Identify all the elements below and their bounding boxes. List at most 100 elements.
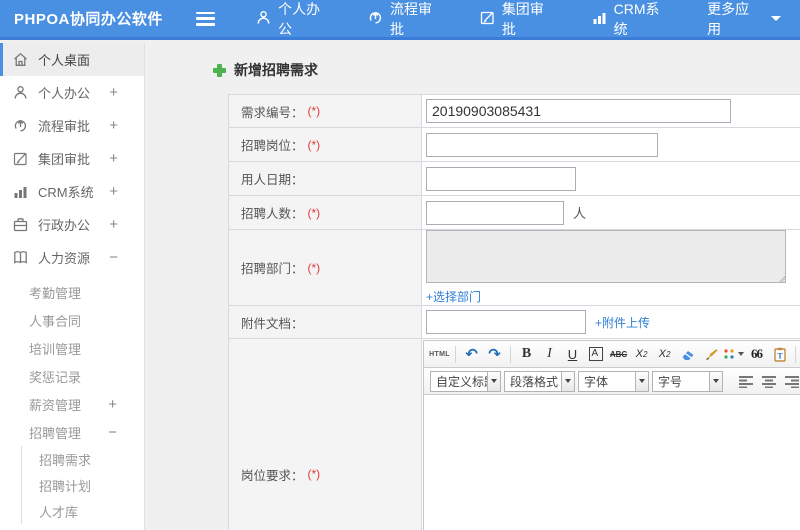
form-row-headcount: 招聘人数： (*) 人 xyxy=(229,196,800,230)
redo-button[interactable]: ↷ xyxy=(484,344,505,365)
book-icon xyxy=(13,250,30,265)
required-mark: (*) xyxy=(307,205,321,220)
attachment-label: 附件文档： xyxy=(229,306,422,338)
subscript-button[interactable]: X2 xyxy=(654,344,675,365)
collapse-minus-icon: − xyxy=(109,249,118,266)
department-label: 招聘部门： (*) xyxy=(229,230,422,305)
sidebar-item-personnel-contract[interactable]: 人事合同 xyxy=(0,306,144,334)
strikethrough-button[interactable]: ABC xyxy=(608,344,629,365)
required-mark: (*) xyxy=(307,104,321,118)
caret-down-icon xyxy=(561,371,574,391)
attachment-input[interactable] xyxy=(426,310,586,334)
headcount-label: 招聘人数： (*) xyxy=(229,196,422,229)
align-center-icon[interactable] xyxy=(758,371,779,392)
user-icon xyxy=(256,10,278,28)
request-number-label: 需求编号： (*) xyxy=(229,95,422,127)
department-textarea[interactable] xyxy=(426,230,786,283)
format-painter-icon[interactable] xyxy=(700,344,721,365)
headcount-unit: 人 xyxy=(573,206,587,221)
nav-workflow-approval[interactable]: 流程审批 xyxy=(349,0,461,39)
font-family-select[interactable]: 字体 xyxy=(578,370,649,392)
form-row-job-requirements: 岗位要求： (*) HTML ↶ ↷ B I U A ABC X 2 X 2 6… xyxy=(229,339,800,530)
svg-text:T: T xyxy=(777,351,783,360)
align-right-icon[interactable] xyxy=(781,371,800,392)
caret-down-icon xyxy=(770,16,781,21)
custom-title-select[interactable]: 自定义标题 xyxy=(430,370,501,392)
form-row-position: 招聘岗位： (*) xyxy=(229,128,800,162)
paragraph-format-select[interactable]: 段落格式 xyxy=(504,370,575,392)
sidebar-item-attendance-mgmt[interactable]: 考勤管理 xyxy=(0,278,144,306)
required-mark: (*) xyxy=(307,467,321,481)
sidebar-item-group-approval[interactable]: 集团审批 + xyxy=(0,142,144,175)
superscript-button[interactable]: X2 xyxy=(631,344,652,365)
sidebar-item-crm-system[interactable]: CRM系统 + xyxy=(0,175,144,208)
html-source-button[interactable]: HTML xyxy=(429,344,450,365)
alignment-buttons xyxy=(734,371,800,392)
hamburger-menu-icon[interactable] xyxy=(195,11,216,26)
italic-button[interactable]: I xyxy=(539,344,560,365)
attachment-upload-link[interactable]: +附件上传 xyxy=(595,314,650,331)
hire-date-label: 用人日期： xyxy=(229,162,422,195)
headcount-input[interactable] xyxy=(426,200,564,225)
nav-more-apps[interactable]: 更多应用 xyxy=(688,0,800,39)
edit-icon xyxy=(13,151,30,166)
page-title: 新增招聘需求 xyxy=(213,60,800,80)
expand-plus-icon: + xyxy=(109,183,118,200)
sidebar-item-salary-mgmt[interactable]: 薪资管理 + xyxy=(0,390,144,418)
sidebar-hr-submenu: 考勤管理 人事合同 培训管理 奖惩记录 薪资管理 + 招聘管理 − 招聘需求 招… xyxy=(0,278,144,524)
required-mark: (*) xyxy=(307,260,321,275)
caret-down-icon xyxy=(709,371,722,391)
edit-icon xyxy=(480,10,502,28)
process-icon xyxy=(368,10,390,28)
blockquote-button[interactable]: 66 xyxy=(746,344,767,365)
required-mark: (*) xyxy=(307,137,321,152)
expand-plus-icon: + xyxy=(109,150,118,167)
request-number-input[interactable] xyxy=(426,99,731,123)
sidebar-item-recruitment-mgmt[interactable]: 招聘管理 − xyxy=(0,418,144,446)
user-icon xyxy=(13,85,30,100)
eraser-icon[interactable] xyxy=(677,344,698,365)
nav-group-approval[interactable]: 集团审批 xyxy=(461,0,573,39)
font-border-button[interactable]: A xyxy=(585,344,606,365)
position-input[interactable] xyxy=(426,132,658,157)
sidebar-item-workflow-approval[interactable]: 流程审批 + xyxy=(0,109,144,142)
form-row-attachment: 附件文档： +附件上传 xyxy=(229,306,800,339)
sidebar-item-talent-pool[interactable]: 人才库 xyxy=(22,498,144,524)
sidebar-item-reward-punishment[interactable]: 奖惩记录 xyxy=(0,362,144,390)
sidebar-item-personal-office[interactable]: 个人办公 + xyxy=(0,76,144,109)
expand-plus-icon: + xyxy=(109,84,118,101)
undo-button[interactable]: ↶ xyxy=(461,344,482,365)
toolbar-separator xyxy=(795,345,796,363)
color-spray-icon[interactable] xyxy=(723,344,744,365)
chart-icon xyxy=(13,184,30,199)
editor-toolbar-row2: 自定义标题 段落格式 字体 字号 xyxy=(424,368,800,395)
form-row-department: 招聘部门： (*) +选择部门 xyxy=(229,230,800,306)
sidebar-item-recruitment-request[interactable]: 招聘需求 xyxy=(22,446,144,472)
align-left-icon[interactable] xyxy=(735,371,756,392)
select-department-link[interactable]: +选择部门 xyxy=(426,288,481,305)
toolbar-separator xyxy=(455,345,456,363)
sidebar-item-personal-desktop[interactable]: 个人桌面 xyxy=(0,43,144,76)
nav-crm-system[interactable]: CRM系统 xyxy=(573,0,689,39)
hire-date-input[interactable] xyxy=(426,166,576,191)
caret-down-icon xyxy=(635,371,648,391)
underline-button[interactable]: U xyxy=(562,344,583,365)
briefcase-icon xyxy=(13,217,30,232)
bold-button[interactable]: B xyxy=(516,344,537,365)
paste-icon[interactable]: T xyxy=(769,344,790,365)
app-header: PHPOA协同办公软件 个人办公 流程审批 集团审批 CRM系统 更多应用 xyxy=(0,0,800,40)
expand-plus-icon: + xyxy=(109,216,118,233)
top-nav: 个人办公 流程审批 集团审批 CRM系统 更多应用 xyxy=(237,0,800,39)
position-label: 招聘岗位： (*) xyxy=(229,128,422,161)
sidebar-item-administrative-office[interactable]: 行政办公 + xyxy=(0,208,144,241)
home-icon xyxy=(13,52,30,67)
collapse-minus-icon: − xyxy=(108,423,117,441)
add-plus-icon xyxy=(213,63,226,77)
font-size-select[interactable]: 字号 xyxy=(652,370,723,392)
expand-plus-icon: + xyxy=(109,117,118,134)
editor-content-area[interactable] xyxy=(424,395,800,530)
sidebar-item-recruitment-plan[interactable]: 招聘计划 xyxy=(22,472,144,498)
nav-personal-office[interactable]: 个人办公 xyxy=(237,0,349,39)
sidebar-item-training-mgmt[interactable]: 培训管理 xyxy=(0,334,144,362)
sidebar-item-human-resources[interactable]: 人力资源 − xyxy=(0,241,144,274)
